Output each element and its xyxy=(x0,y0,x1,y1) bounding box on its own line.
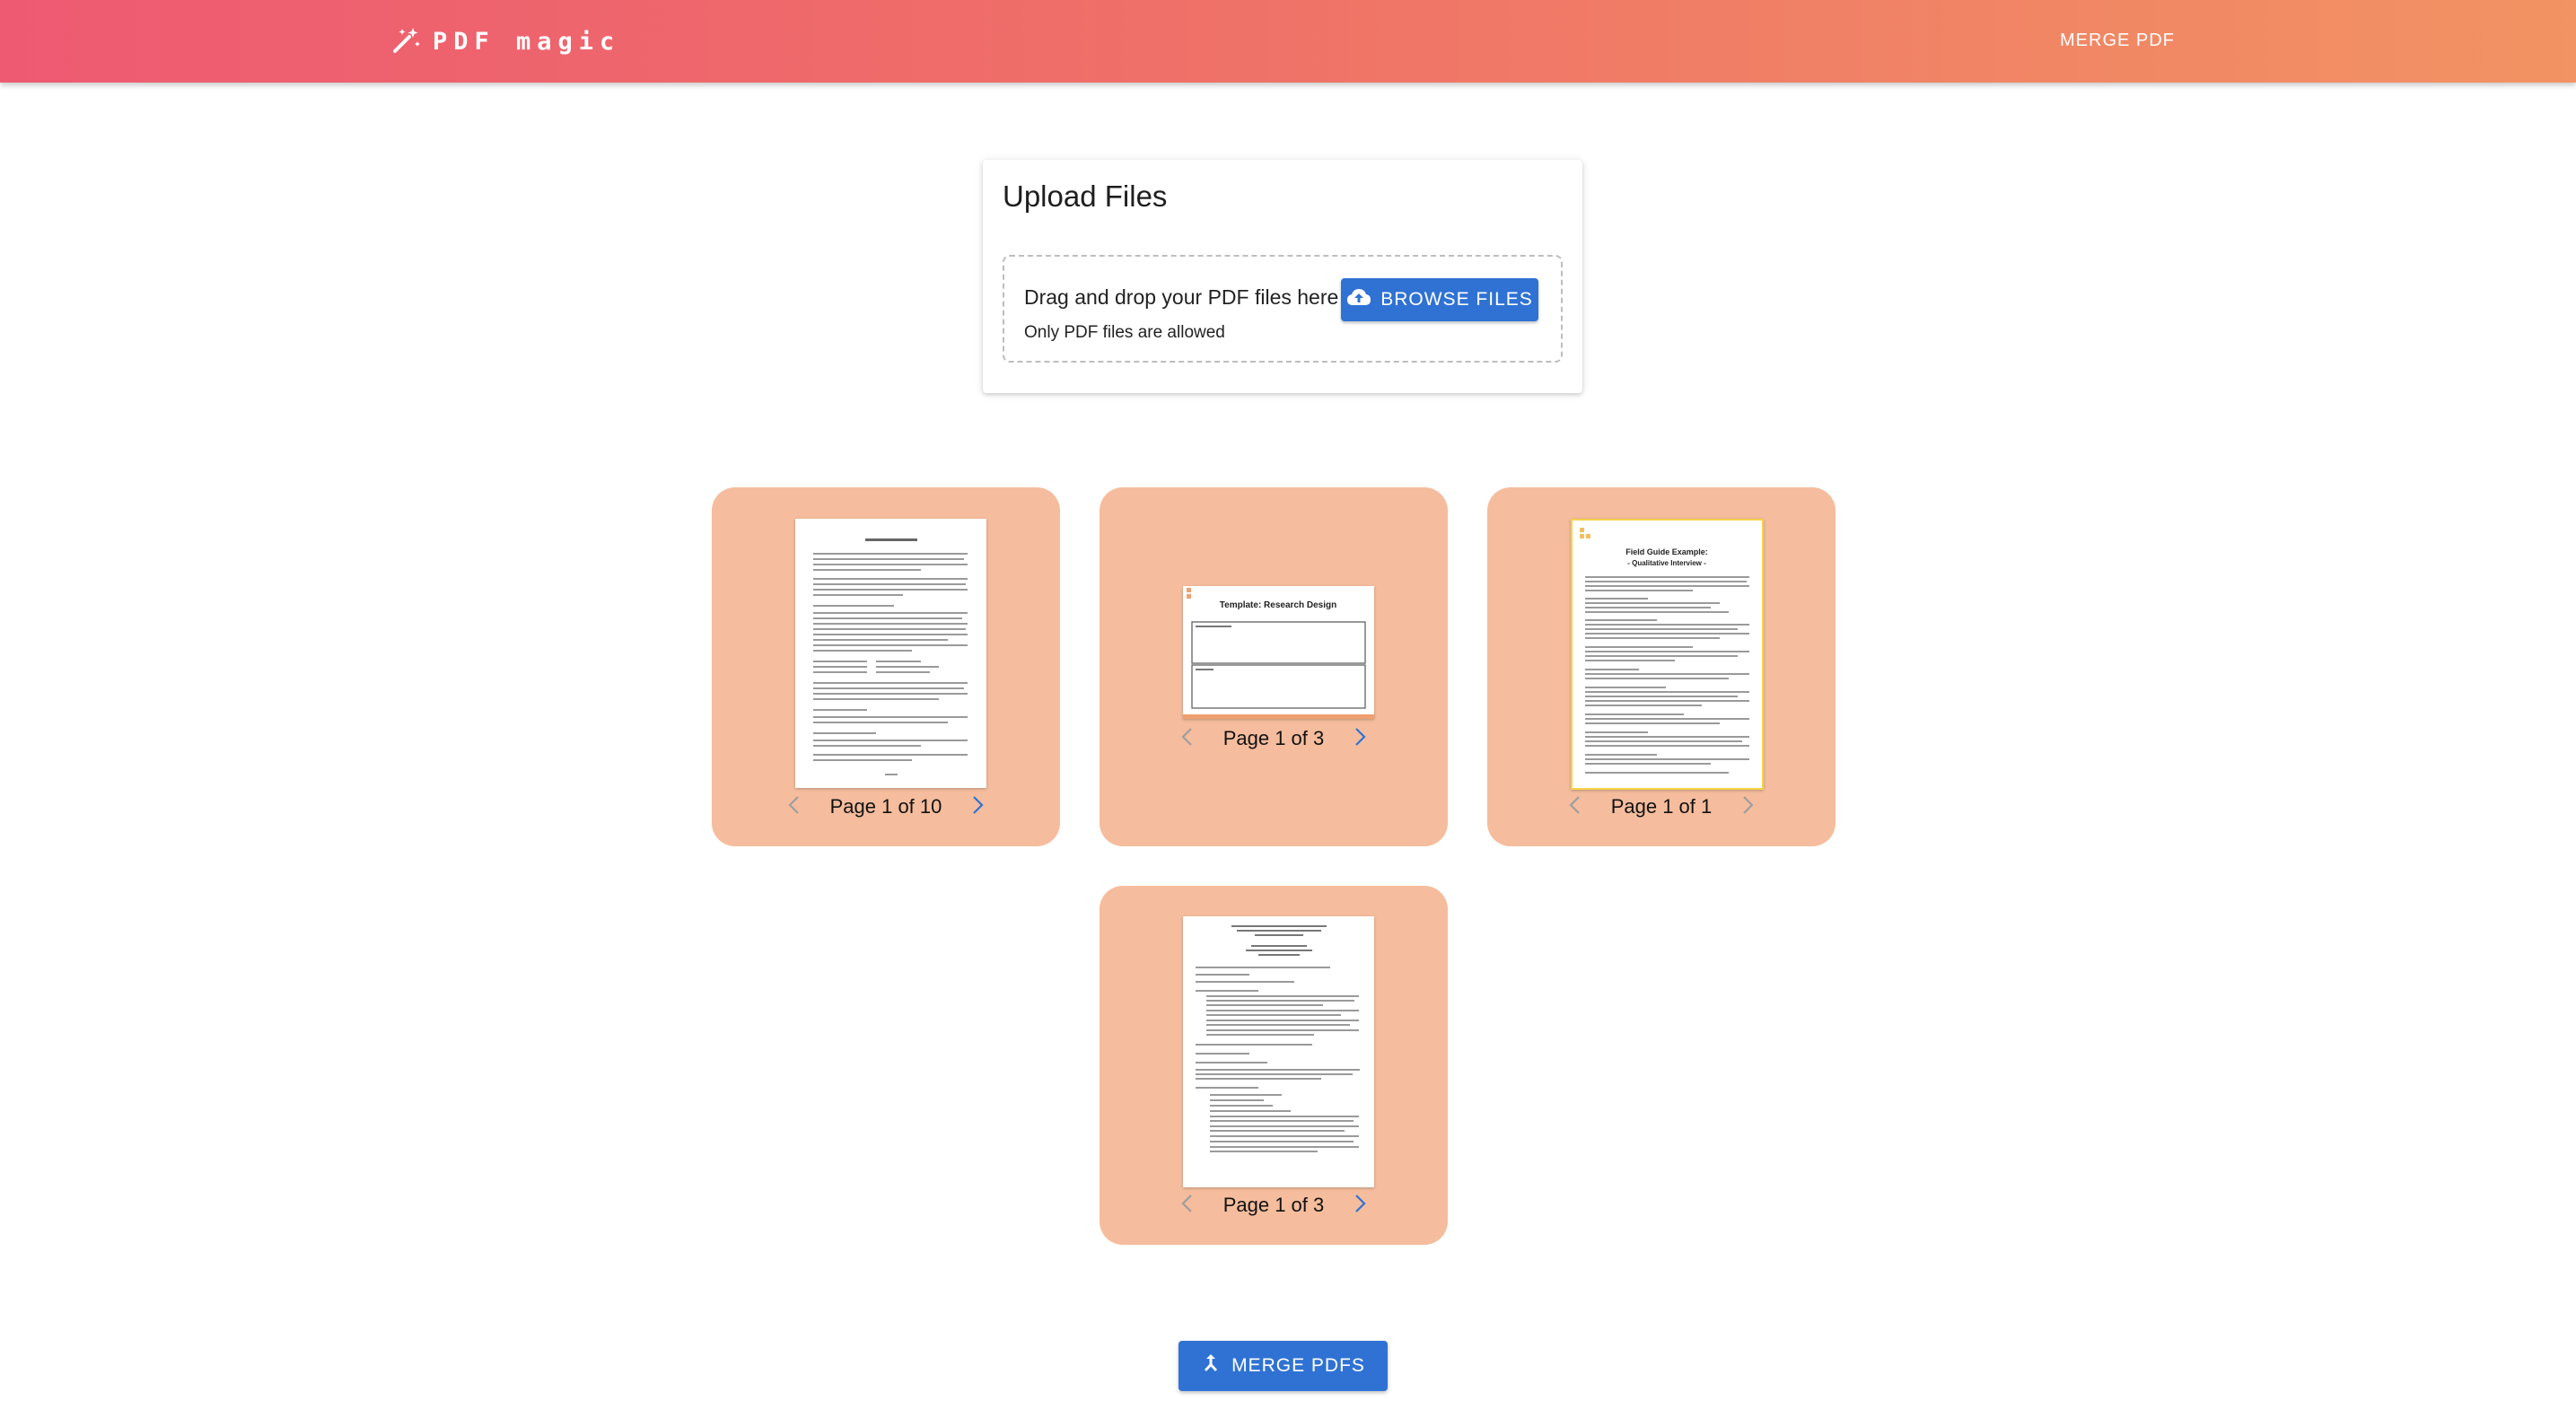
page-navigator: Page 1 of 10 xyxy=(712,794,1060,819)
svg-text:Field Guide Example:: Field Guide Example: xyxy=(1625,547,1708,556)
page-navigator: Page 1 of 3 xyxy=(1100,1193,1448,1218)
pdf-thumbnail xyxy=(795,519,986,788)
pdf-thumbnail xyxy=(1183,916,1374,1187)
pdf-card[interactable]: Template: Research Design Page 1 of 3 xyxy=(1100,487,1448,846)
pdf-card[interactable]: Field Guide Example: - Qualitative Inter… xyxy=(1487,487,1836,846)
chevron-right-icon xyxy=(1353,1194,1367,1218)
pdf-card[interactable]: Page 1 of 3 xyxy=(1100,886,1448,1245)
upload-title: Upload Files xyxy=(1003,179,1168,213)
next-page-button[interactable] xyxy=(965,794,990,819)
page-indicator: Page 1 of 3 xyxy=(1222,1194,1325,1216)
magic-wand-icon xyxy=(391,25,422,58)
merge-pdfs-button[interactable]: MERGE PDFS xyxy=(1178,1341,1388,1391)
dropzone[interactable]: Drag and drop your PDF files here or BRO… xyxy=(1003,255,1563,363)
drop-instructions: Drag and drop your PDF files here or xyxy=(1024,285,1363,309)
brand-name: PDF magic xyxy=(433,28,621,56)
previous-page-button[interactable] xyxy=(1563,794,1588,819)
svg-text:- Qualitative Interview -: - Qualitative Interview - xyxy=(1627,559,1706,567)
browse-files-label: BROWSE FILES xyxy=(1380,289,1533,310)
app-header: PDF magic MERGE PDF xyxy=(0,0,2576,83)
chevron-left-icon xyxy=(1180,727,1195,751)
file-type-hint: Only PDF files are allowed xyxy=(1024,323,1225,342)
pdf-card[interactable]: Page 1 of 10 xyxy=(712,487,1060,846)
chevron-left-icon xyxy=(1568,795,1582,819)
brand[interactable]: PDF magic xyxy=(391,25,620,58)
pdf-thumbnail: Field Guide Example: - Qualitative Inter… xyxy=(1571,519,1764,790)
chevron-left-icon xyxy=(1180,1194,1195,1218)
page-indicator: Page 1 of 10 xyxy=(829,795,942,818)
chevron-right-icon xyxy=(970,795,985,819)
chevron-right-icon xyxy=(1740,795,1755,819)
chevron-right-icon xyxy=(1353,727,1367,751)
next-page-button[interactable] xyxy=(1347,1193,1372,1218)
nav-merge-pdf[interactable]: MERGE PDF xyxy=(2060,31,2175,51)
page-navigator: Page 1 of 3 xyxy=(1100,726,1448,751)
page-navigator: Page 1 of 1 xyxy=(1487,794,1836,819)
page-indicator: Page 1 of 3 xyxy=(1222,727,1325,749)
previous-page-button[interactable] xyxy=(1175,726,1200,751)
browse-files-button[interactable]: BROWSE FILES xyxy=(1341,278,1538,321)
merge-pdfs-label: MERGE PDFS xyxy=(1231,1355,1365,1376)
previous-page-button[interactable] xyxy=(1175,1193,1200,1218)
merge-icon xyxy=(1201,1352,1221,1379)
pdf-thumbnail: Template: Research Design xyxy=(1183,586,1374,719)
previous-page-button[interactable] xyxy=(782,794,807,819)
next-page-button[interactable] xyxy=(1347,726,1372,751)
thumbnail-title: Template: Research Design xyxy=(1220,600,1336,610)
next-page-button[interactable] xyxy=(1735,794,1760,819)
cloud-upload-icon xyxy=(1346,287,1371,312)
chevron-left-icon xyxy=(787,795,802,819)
upload-card: Upload Files Drag and drop your PDF file… xyxy=(983,160,1582,393)
page-indicator: Page 1 of 1 xyxy=(1610,795,1713,818)
